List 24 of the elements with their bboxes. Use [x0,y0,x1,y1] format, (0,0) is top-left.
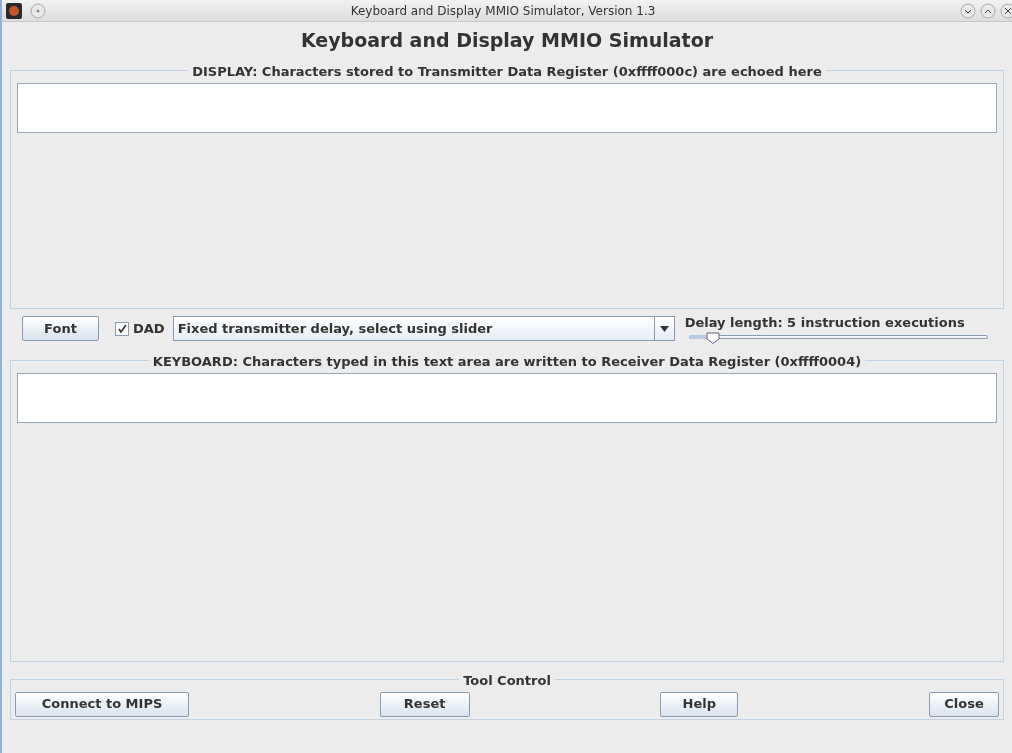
delay-label: Delay length: 5 instruction executions [684,313,966,332]
dad-label: DAD [133,319,165,338]
tool-button[interactable]: Help [660,691,739,717]
slider-thumb[interactable] [705,332,720,345]
display-legend: DISPLAY: Characters stored to Transmitter Data Register (0xffff000c) are echoed here [192,63,822,79]
keyboard-area[interactable] [17,372,997,423]
caret-icon [659,325,669,332]
app-icon [6,2,22,19]
minimize-icon[interactable] [960,2,976,19]
tool-button[interactable]: Connect to MIPS [15,691,189,717]
window-menu-icon[interactable] [30,2,46,19]
delay-mode-dropdown[interactable]: Fixed transmitter delay, select using slider [172,316,675,341]
delay-slider[interactable] [688,332,988,345]
font-button[interactable]: Font [22,316,99,341]
heading: Keyboard and Display MMIO Simulator [300,29,714,51]
tool-button[interactable]: Reset [379,691,470,717]
dad-checkbox[interactable] [115,321,129,336]
close-icon[interactable] [1000,2,1012,19]
display-area[interactable] [17,82,997,133]
keyboard-legend: KEYBOARD: Characters typed in this text area are written to Receiver Data Register (0xffff0004) [152,353,862,369]
window-title: Keyboard and Display MMIO Simulator, Version 1.3 [349,2,657,20]
check-icon [117,323,127,334]
tool-control-legend: Tool Control [463,672,551,688]
tool-button[interactable]: Close [928,691,999,717]
